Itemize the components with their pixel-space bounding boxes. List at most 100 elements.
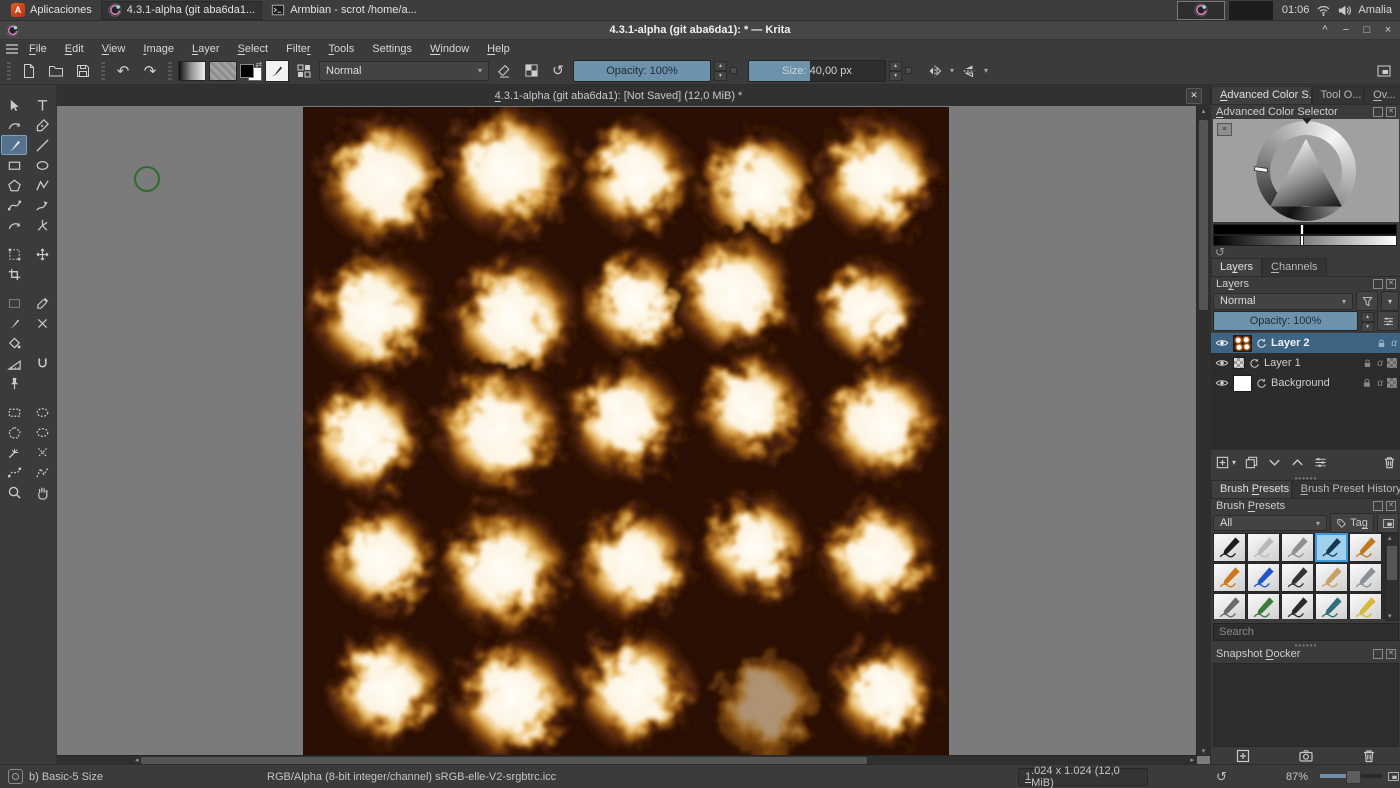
switch-to-snapshot-button[interactable] [1298, 748, 1314, 764]
app-menu-icon[interactable] [6, 44, 18, 54]
reset-rotation-icon[interactable]: ↺ [1216, 769, 1227, 785]
preset-filter-combo[interactable]: All▾ [1213, 515, 1327, 531]
menu-select[interactable]: Select [229, 43, 278, 55]
layer-filter-button[interactable] [1356, 291, 1378, 311]
wifi-icon[interactable] [1316, 3, 1331, 18]
opacity-slider[interactable]: Opacity: 100% [573, 60, 711, 82]
opacity-detach-button[interactable] [730, 67, 737, 74]
delete-layer-button[interactable] [1382, 455, 1397, 470]
foreground-color-swatch[interactable] [240, 64, 254, 78]
undo-button[interactable]: ↶ [111, 60, 135, 82]
tool-polygon-select[interactable] [1, 422, 27, 442]
brush-preset-selected[interactable] [1315, 533, 1348, 562]
brush-preset[interactable] [1349, 563, 1382, 592]
menu-layer[interactable]: Layer [183, 43, 229, 55]
menu-help[interactable]: Help [478, 43, 519, 55]
tool-freehand-select[interactable] [29, 422, 55, 442]
tool-ellipse[interactable] [29, 155, 55, 175]
layer-row-background[interactable]: Background α [1211, 373, 1400, 393]
hue-ring[interactable] [1256, 121, 1356, 221]
color-selector-settings-icon[interactable]: ≡ [1217, 123, 1232, 136]
close-button[interactable]: × [1382, 24, 1394, 36]
layer-properties-button[interactable] [1377, 311, 1399, 331]
brush-preset[interactable] [1213, 593, 1246, 619]
preset-display-mode-button[interactable] [1377, 513, 1399, 533]
layer-lock-icon[interactable] [1361, 377, 1373, 389]
tool-freehand-brush[interactable] [1, 135, 27, 155]
tool-transform[interactable] [1, 244, 27, 264]
taskbar-window-terminal[interactable]: Armbian - scrot /home/a... [264, 1, 424, 20]
brush-preset[interactable] [1213, 533, 1246, 562]
brush-size-slider[interactable]: Size: 40,00 px [748, 60, 886, 82]
menu-edit[interactable]: Edit [56, 43, 93, 55]
color-slider-2[interactable] [1213, 235, 1397, 246]
save-document-button[interactable] [71, 60, 95, 82]
menu-settings[interactable]: Settings [363, 43, 421, 55]
layer-opacity-spinner[interactable]: ▴▾ [1361, 312, 1374, 330]
layer-decoration-icon[interactable] [1249, 358, 1260, 369]
duplicate-layer-button[interactable] [1244, 455, 1259, 470]
preset-grid-scrollbar[interactable]: ▴ ▾ [1385, 533, 1399, 621]
close-docker-icon[interactable]: ✕ [1386, 107, 1396, 117]
shade-button[interactable]: ^ [1319, 24, 1331, 36]
float-docker-icon[interactable] [1373, 107, 1383, 117]
opacity-spinner[interactable]: ▴▾ [714, 61, 727, 81]
zoom-slider[interactable] [1320, 774, 1382, 778]
float-docker-icon[interactable] [1373, 279, 1383, 289]
brush-preset[interactable] [1349, 533, 1382, 562]
tool-bezier-select[interactable] [1, 462, 27, 482]
color-selector-widget[interactable]: ≡ [1213, 119, 1399, 222]
tool-dynamic-brush[interactable] [1, 215, 27, 235]
tool-bezier-curve[interactable] [1, 195, 27, 215]
layers-docker-header[interactable]: Layers ✕ [1211, 277, 1400, 291]
tab-brush-presets[interactable]: Brush Presets [1211, 480, 1292, 498]
brush-preset[interactable] [1281, 533, 1314, 562]
zoom-slider-handle[interactable] [1346, 770, 1361, 784]
layer-opacity-slider[interactable]: Opacity: 100% [1213, 311, 1358, 331]
tool-text[interactable] [29, 95, 55, 115]
menu-filter[interactable]: Filter [277, 43, 319, 55]
layer-visibility-icon[interactable] [1215, 356, 1229, 370]
brush-preset[interactable] [1349, 593, 1382, 619]
tool-move[interactable] [29, 244, 55, 264]
tab-channels[interactable]: Channels [1262, 258, 1327, 276]
float-docker-icon[interactable] [1373, 501, 1383, 511]
tab-overview[interactable]: Ov... [1364, 86, 1400, 104]
tag-button[interactable]: Tag [1330, 513, 1374, 533]
tool-pan[interactable] [29, 482, 55, 502]
menu-tools[interactable]: Tools [320, 43, 364, 55]
tool-crop[interactable] [1, 264, 27, 284]
create-snapshot-button[interactable] [1235, 748, 1251, 764]
tool-smart-patch[interactable] [1, 313, 27, 333]
toolbar-grip[interactable] [101, 62, 105, 80]
snapshot-docker-header[interactable]: Snapshot Docker ✕ [1211, 647, 1400, 661]
close-docker-icon[interactable]: ✕ [1386, 649, 1396, 659]
toolbar-grip[interactable] [7, 62, 11, 80]
mirror-horizontal-dropdown[interactable]: ▾ [950, 66, 954, 75]
layer-alpha-icon[interactable]: α [1377, 358, 1383, 369]
tool-assistants[interactable] [29, 353, 55, 373]
brush-preset[interactable] [1281, 593, 1314, 619]
layer-inherit-alpha-icon[interactable] [1387, 378, 1397, 388]
snapshot-list[interactable] [1213, 663, 1399, 747]
tool-edit-shapes[interactable] [1, 115, 27, 135]
fit-page-icon[interactable] [1387, 770, 1400, 783]
brush-editor-button[interactable] [265, 60, 289, 82]
close-document-icon[interactable]: ✕ [1186, 88, 1202, 104]
minimize-button[interactable]: − [1340, 24, 1352, 36]
tool-rect-select[interactable] [1, 402, 27, 422]
maximize-button[interactable]: □ [1361, 24, 1373, 36]
menu-view[interactable]: View [93, 43, 135, 55]
tool-gradient[interactable] [1, 293, 27, 313]
open-document-button[interactable] [44, 60, 68, 82]
remove-snapshot-button[interactable] [1361, 748, 1377, 764]
tool-freehand-path[interactable] [29, 195, 55, 215]
close-docker-icon[interactable]: ✕ [1386, 279, 1396, 289]
move-layer-down-button[interactable] [1267, 455, 1282, 470]
reload-preset-button[interactable]: ↺ [546, 60, 570, 82]
menu-window[interactable]: Window [421, 43, 478, 55]
scroll-down-icon[interactable]: ▾ [1388, 612, 1392, 620]
size-spinner[interactable]: ▴▾ [889, 61, 902, 81]
tool-reference-images[interactable] [1, 373, 27, 393]
canvas-vertical-scrollbar[interactable]: ▴ ▾ [1196, 106, 1210, 756]
